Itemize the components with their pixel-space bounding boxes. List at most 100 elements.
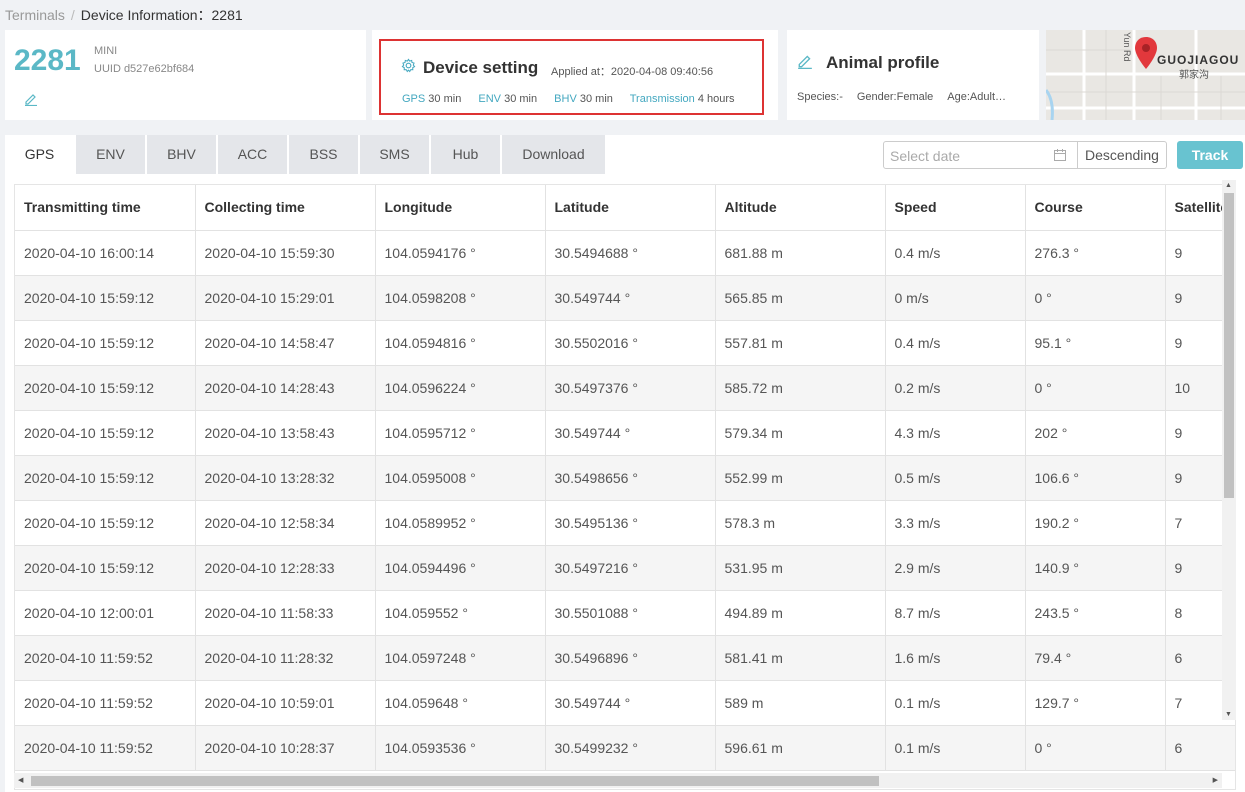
cell-altitude: 585.72 m [715,365,886,411]
date-picker[interactable]: Select date [883,141,1078,169]
breadcrumb-separator: / [70,7,75,23]
col-transmitting-time[interactable]: Transmitting time [15,185,196,231]
animal-age: Age:Adult… [947,91,1006,103]
table-row[interactable]: 2020-04-10 15:59:12 2020-04-10 15:29:01 10… [15,275,1235,321]
animal-profile-card: Animal profile Species:- Gender:Female Age… [787,30,1039,120]
scroll-down-icon[interactable]: ▼ [1225,711,1232,718]
cell-course: 79.4 ° [1025,635,1166,681]
table-row[interactable]: 2020-04-10 16:00:14 2020-04-10 15:59:30 10… [15,230,1235,276]
cell-transmitting-time: 2020-04-10 11:59:52 [15,680,196,726]
table-row[interactable]: 2020-04-10 15:59:12 2020-04-10 13:28:32 10… [15,455,1235,501]
scroll-left-icon[interactable]: ◀ [18,776,23,784]
table-row[interactable]: 2020-04-10 15:59:12 2020-04-10 14:58:47 10… [15,320,1235,366]
cell-transmitting-time: 2020-04-10 15:59:12 [15,455,196,501]
cell-transmitting-time: 2020-04-10 15:59:12 [15,545,196,591]
col-collecting-time[interactable]: Collecting time [195,185,376,231]
tab-acc[interactable]: ACC [218,135,287,174]
cell-longitude: 104.0595008 ° [375,455,546,501]
cell-transmitting-time: 2020-04-10 16:00:14 [15,230,196,276]
cell-speed: 0.1 m/s [885,725,1026,771]
cell-collecting-time: 2020-04-10 12:28:33 [195,545,376,591]
gear-icon [401,58,416,78]
main-panel: GPS ENV BHV ACC BSS SMS Hub Download Sel… [5,135,1245,792]
map-road-label: Yun Rd [1122,32,1132,62]
breadcrumb-terminals-link[interactable]: Terminals [5,7,65,23]
horizontal-scrollbar[interactable]: ◀ ▶ [14,773,1222,788]
tab-sms[interactable]: SMS [360,135,429,174]
cell-course: 106.6 ° [1025,455,1166,501]
cell-collecting-time: 2020-04-10 11:28:32 [195,635,376,681]
scroll-up-icon[interactable]: ▲ [1225,182,1232,189]
horizontal-scroll-thumb[interactable] [31,776,879,786]
table-row[interactable]: 2020-04-10 11:59:52 2020-04-10 11:28:32 10… [15,635,1235,681]
breadcrumb: Terminals / Device Information：2281 [5,5,243,25]
cell-altitude: 552.99 m [715,455,886,501]
cell-longitude: 104.0598208 ° [375,275,546,321]
tab-download[interactable]: Download [502,135,605,174]
table-row[interactable]: 2020-04-10 15:59:12 2020-04-10 14:28:43 10… [15,365,1235,411]
cell-latitude: 30.5496896 ° [545,635,716,681]
device-id-card: 2281 MINI UUID d527e62bf684 [5,30,366,120]
cell-course: 140.9 ° [1025,545,1166,591]
col-latitude[interactable]: Latitude [545,185,716,231]
cell-course: 0 ° [1025,275,1166,321]
vertical-scroll-thumb[interactable] [1224,193,1234,498]
col-altitude[interactable]: Altitude [715,185,886,231]
map-place-label-cn: 郭家沟 [1179,70,1209,81]
col-course[interactable]: Course [1025,185,1166,231]
cell-course: 95.1 ° [1025,320,1166,366]
device-setting-highlight[interactable]: Device setting Applied at：2020-04-08 09:… [379,39,764,115]
tab-bss[interactable]: BSS [289,135,358,174]
table-row[interactable]: 2020-04-10 15:59:12 2020-04-10 13:58:43 10… [15,410,1235,456]
table-row[interactable]: 2020-04-10 15:59:12 2020-04-10 12:58:34 10… [15,500,1235,546]
tab-hub[interactable]: Hub [431,135,500,174]
cell-collecting-time: 2020-04-10 13:58:43 [195,410,376,456]
cell-course: 0 ° [1025,725,1166,771]
cell-latitude: 30.5501088 ° [545,590,716,636]
edit-animal-icon[interactable] [797,53,813,74]
table-row[interactable]: 2020-04-10 11:59:52 2020-04-10 10:59:01 10… [15,680,1235,726]
device-uuid: UUID d527e62bf684 [94,63,195,75]
cell-longitude: 104.0594176 ° [375,230,546,276]
table-body: 2020-04-10 16:00:14 2020-04-10 15:59:30 10… [15,230,1235,771]
cell-latitude: 30.5497376 ° [545,365,716,411]
cell-longitude: 104.059552 ° [375,590,546,636]
map-place-label: GUOJIAGOU [1157,53,1240,67]
cell-speed: 0.1 m/s [885,680,1026,726]
col-longitude[interactable]: Longitude [375,185,546,231]
cell-altitude: 579.34 m [715,410,886,456]
scroll-right-icon[interactable]: ▶ [1213,776,1218,784]
cell-altitude: 581.41 m [715,635,886,681]
device-setting-title: Device setting [423,58,539,77]
sort-order-button[interactable]: Descending [1077,141,1167,169]
cell-course: 190.2 ° [1025,500,1166,546]
table-row[interactable]: 2020-04-10 15:59:12 2020-04-10 12:28:33 10… [15,545,1235,591]
edit-device-icon[interactable] [24,92,38,111]
vertical-scrollbar[interactable]: ▲ ▼ [1222,180,1236,720]
cell-longitude: 104.0589952 ° [375,500,546,546]
cell-transmitting-time: 2020-04-10 15:59:12 [15,500,196,546]
cell-altitude: 596.61 m [715,725,886,771]
cell-speed: 0.5 m/s [885,455,1026,501]
cell-altitude: 681.88 m [715,230,886,276]
location-map[interactable]: Yun Rd GUOJIAGOU 郭家沟 [1046,30,1245,120]
cell-speed: 0.4 m/s [885,320,1026,366]
table-row[interactable]: 2020-04-10 11:59:52 2020-04-10 10:28:37 10… [15,725,1235,771]
col-speed[interactable]: Speed [885,185,1026,231]
device-setting-card: Device setting Applied at：2020-04-08 09:… [372,30,778,120]
table-row[interactable]: 2020-04-10 12:00:01 2020-04-10 11:58:33 10… [15,590,1235,636]
cell-altitude: 589 m [715,680,886,726]
track-button[interactable]: Track [1177,141,1243,169]
animal-attributes: Species:- Gender:Female Age:Adult… [797,91,1020,103]
tab-bhv[interactable]: BHV [147,135,216,174]
cell-satellite: 6 [1165,725,1235,771]
cell-longitude: 104.059648 ° [375,680,546,726]
cell-longitude: 104.0594816 ° [375,320,546,366]
setting-bhv: BHV 30 min [554,93,613,105]
tab-env[interactable]: ENV [76,135,145,174]
cell-latitude: 30.549744 ° [545,275,716,321]
tab-gps[interactable]: GPS [5,135,74,174]
cell-speed: 3.3 m/s [885,500,1026,546]
table-header-row: Transmitting time Collecting time Longit… [15,185,1235,231]
cell-transmitting-time: 2020-04-10 11:59:52 [15,635,196,681]
